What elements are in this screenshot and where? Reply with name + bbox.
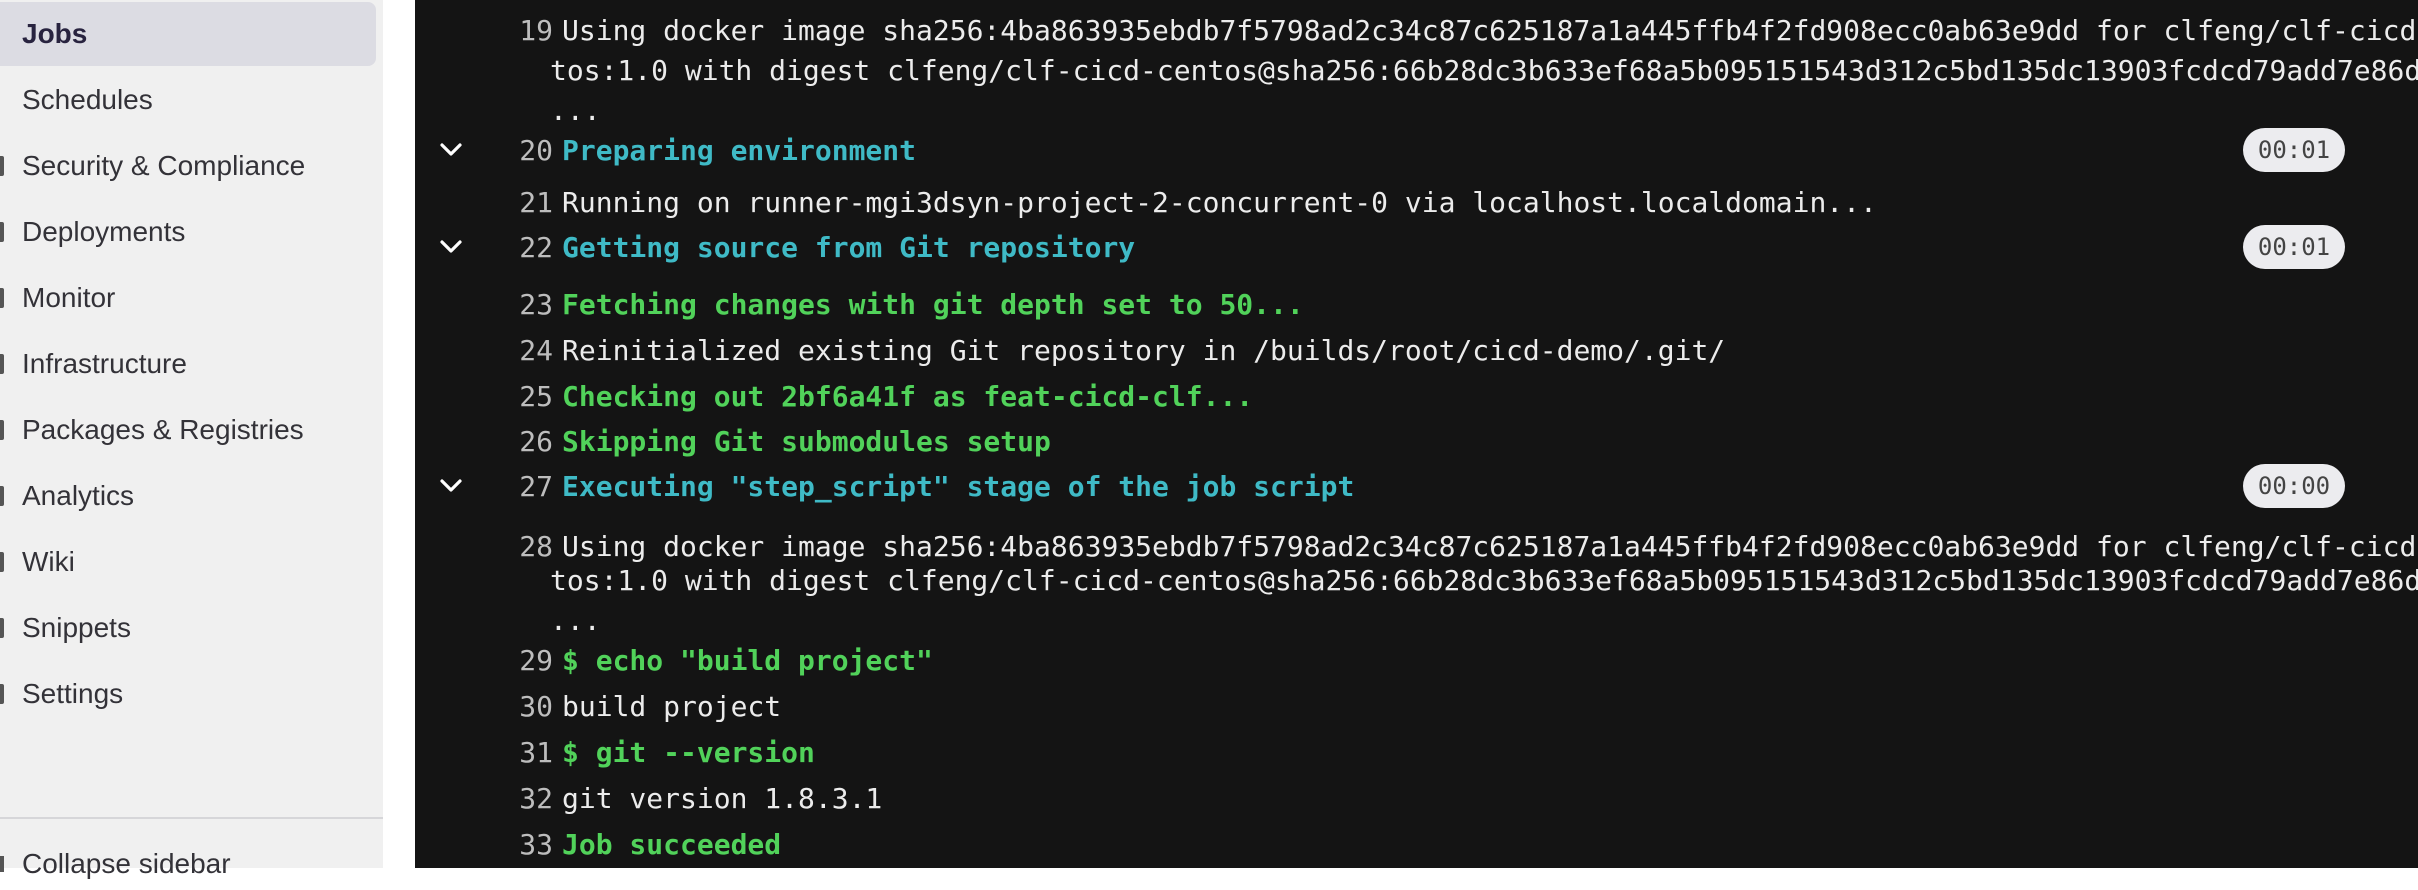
content-gutter <box>383 0 415 868</box>
log-line-text: $ git --version <box>562 736 815 769</box>
line-number[interactable]: 25 <box>463 380 553 413</box>
rocket-icon <box>0 222 4 242</box>
line-number[interactable]: 23 <box>463 288 553 321</box>
sidebar-item-security-compliance[interactable]: Security & Compliance <box>0 134 376 198</box>
log-line-text: tos:1.0 with digest clfeng/clf-cicd-cent… <box>550 564 2418 597</box>
chart-icon <box>0 486 4 506</box>
sidebar-divider <box>0 817 383 819</box>
log-line-text: Getting source from Git repository <box>562 231 1136 264</box>
log-line-text: build project <box>562 690 782 723</box>
sidebar-item-label: Settings <box>22 678 124 709</box>
chevron-down-icon[interactable] <box>437 233 465 261</box>
collapse-sidebar-button[interactable]: Collapse sidebar <box>0 840 383 890</box>
log-line-text: $ echo "build project" <box>562 644 933 677</box>
log-line-text: tos:1.0 with digest clfeng/clf-cicd-cent… <box>550 54 2418 87</box>
line-number[interactable]: 19 <box>463 14 553 47</box>
line-number[interactable]: 22 <box>463 231 553 264</box>
sidebar-item-label: Deployments <box>22 216 186 247</box>
log-line-text: git version 1.8.3.1 <box>562 782 883 815</box>
section-duration-badge: 00:01 <box>2243 128 2345 172</box>
line-number[interactable]: 24 <box>463 334 553 367</box>
log-line-text: Checking out 2bf6a41f as feat-cicd-clf..… <box>562 380 1254 413</box>
package-icon <box>0 420 4 440</box>
sidebar-item-deployments[interactable]: Deployments <box>0 200 376 264</box>
line-number[interactable]: 28 <box>463 530 553 563</box>
sidebar-item-label: Jobs <box>22 18 88 49</box>
sidebar-item-schedules[interactable]: Schedules <box>0 68 376 132</box>
log-line-text: Executing "step_script" stage of the job… <box>562 470 1355 503</box>
sidebar-item-jobs[interactable]: Jobs <box>0 2 376 66</box>
sidebar-item-packages-registries[interactable]: Packages & Registries <box>0 398 376 462</box>
book-icon <box>0 552 4 572</box>
section-duration-badge: 00:01 <box>2243 225 2345 269</box>
job-log: 19 Using docker image sha256:4ba863935ebd… <box>415 0 2418 868</box>
sidebar-item-label: Analytics <box>22 480 135 511</box>
collapse-sidebar-label: Collapse sidebar <box>22 848 231 879</box>
sidebar-item-label: Infrastructure <box>22 348 187 379</box>
collapse-icon <box>0 856 4 872</box>
sidebar-item-wiki[interactable]: Wiki <box>0 530 376 594</box>
line-number[interactable]: 31 <box>463 736 553 769</box>
line-number[interactable]: 29 <box>463 644 553 677</box>
sidebar-item-label: Wiki <box>22 546 75 577</box>
log-line-text: ... <box>550 94 601 127</box>
line-number[interactable]: 32 <box>463 782 553 815</box>
sidebar-item-settings[interactable]: Settings <box>0 662 376 726</box>
snippet-icon <box>0 618 4 638</box>
shield-icon <box>0 156 4 176</box>
log-line-text: Fetching changes with git depth set to 5… <box>562 288 1304 321</box>
line-number[interactable]: 30 <box>463 690 553 723</box>
log-line-text: Preparing environment <box>562 134 917 167</box>
sidebar-item-label: Security & Compliance <box>22 150 306 181</box>
sidebar: Jobs Schedules Security & Compliance Dep… <box>0 0 383 879</box>
sidebar-item-monitor[interactable]: Monitor <box>0 266 376 330</box>
sidebar-item-label: Packages & Registries <box>22 414 304 445</box>
log-line-text: ... <box>550 604 601 637</box>
sidebar-item-snippets[interactable]: Snippets <box>0 596 376 660</box>
sidebar-item-label: Schedules <box>22 84 153 115</box>
log-line-text: Using docker image sha256:4ba863935ebdb7… <box>562 530 2418 563</box>
gear-icon <box>0 684 4 704</box>
log-line-text: Running on runner-mgi3dsyn-project-2-con… <box>562 186 1877 219</box>
line-number[interactable]: 21 <box>463 186 553 219</box>
line-number[interactable]: 20 <box>463 134 553 167</box>
monitor-icon <box>0 288 4 308</box>
line-number[interactable]: 33 <box>463 828 553 861</box>
sidebar-item-label: Snippets <box>22 612 131 643</box>
log-line-text: Reinitialized existing Git repository in… <box>562 334 1726 367</box>
log-line-text: Using docker image sha256:4ba863935ebdb7… <box>562 14 2418 47</box>
sidebar-item-analytics[interactable]: Analytics <box>0 464 376 528</box>
sidebar-item-label: Monitor <box>22 282 116 313</box>
chevron-down-icon[interactable] <box>437 136 465 164</box>
sidebar-item-infrastructure[interactable]: Infrastructure <box>0 332 376 396</box>
line-number[interactable]: 26 <box>463 425 553 458</box>
chevron-down-icon[interactable] <box>437 472 465 500</box>
log-line-text: Job succeeded <box>562 828 782 861</box>
section-duration-badge: 00:00 <box>2243 464 2345 508</box>
log-line-text: Skipping Git submodules setup <box>562 425 1051 458</box>
line-number[interactable]: 27 <box>463 470 553 503</box>
cloud-icon <box>0 354 4 374</box>
